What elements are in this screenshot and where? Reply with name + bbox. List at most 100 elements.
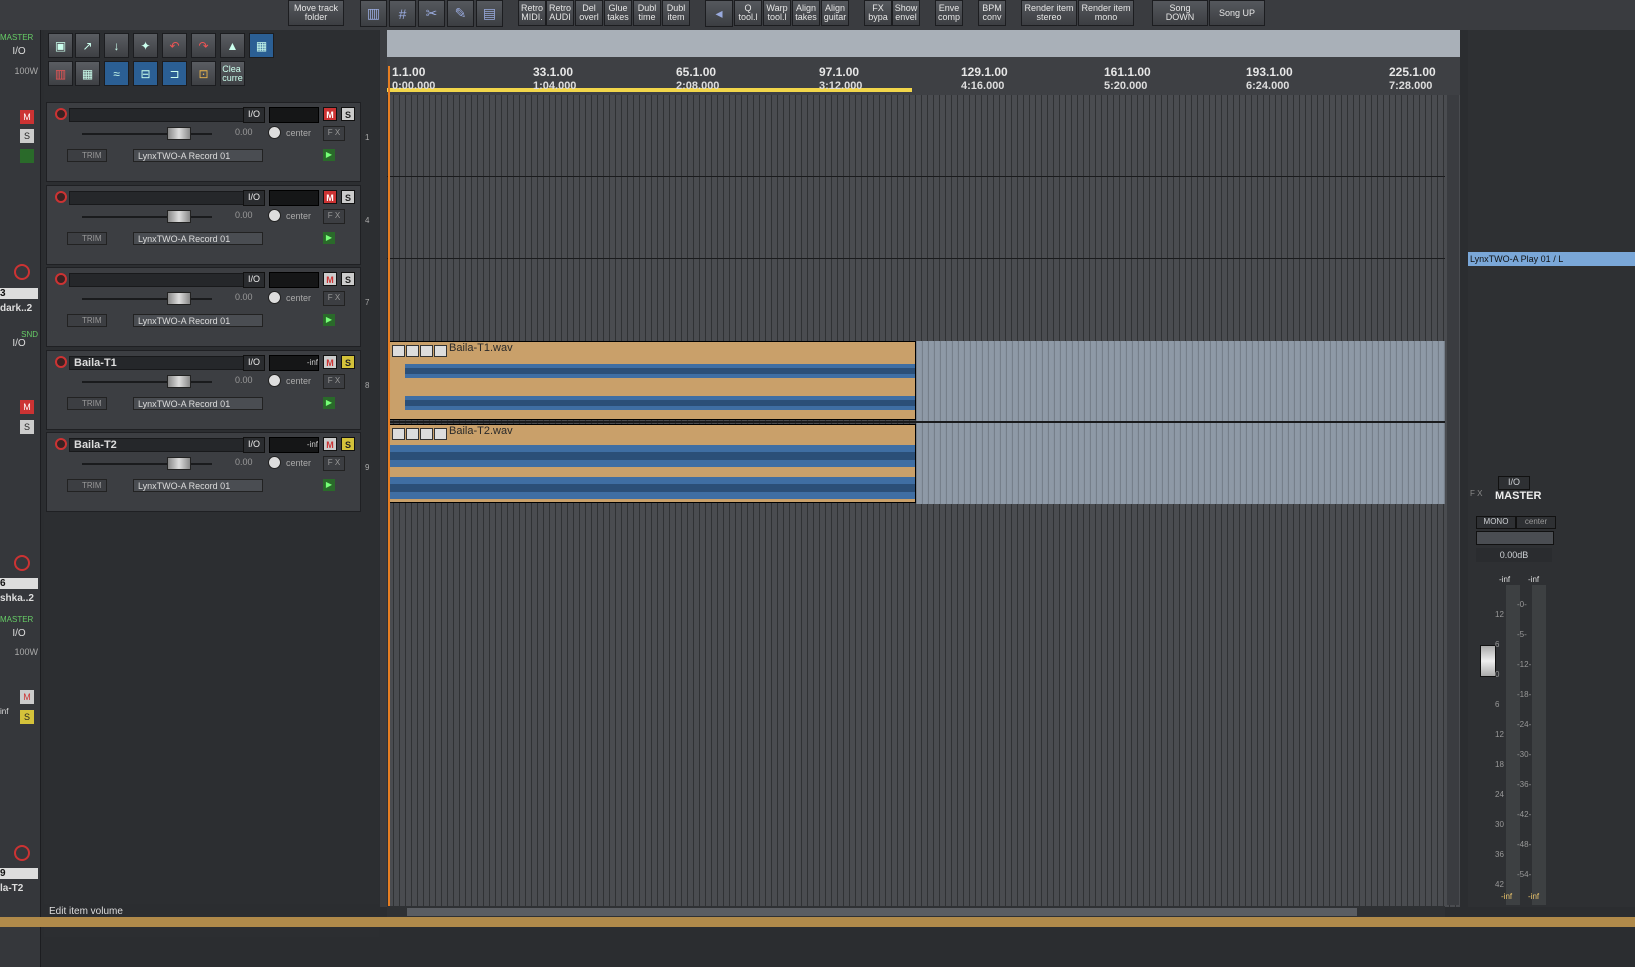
grid-icon[interactable]: # [389, 0, 416, 27]
record-arm-icon[interactable] [55, 356, 67, 368]
io-button[interactable]: I/O [0, 628, 38, 639]
fx-button[interactable]: F X [323, 456, 345, 471]
volume-fader[interactable] [167, 127, 191, 140]
track-name[interactable] [69, 191, 259, 205]
master-io-button[interactable]: I/O [1498, 476, 1530, 490]
mute-button[interactable]: M [20, 400, 34, 414]
fx-button[interactable]: F X [323, 209, 345, 224]
align-takes-button[interactable]: Align takes [792, 0, 820, 26]
track-7[interactable]: I/O M S 0.00 center F X TRIM LynxTWO-A R… [46, 267, 369, 347]
trim-button[interactable]: TRIM [67, 479, 107, 492]
fx-button[interactable]: F X [323, 126, 345, 141]
mute-button[interactable]: M [323, 437, 337, 451]
q-tool-button[interactable]: Q tool.l [734, 0, 762, 26]
snap-icon[interactable]: ▦ [249, 33, 274, 58]
loop-icon[interactable]: ⊐ [162, 61, 187, 86]
record-arm-icon[interactable] [55, 191, 67, 203]
song-up-button[interactable]: Song UP [1209, 0, 1265, 26]
bpm-conv-button[interactable]: BPM conv [978, 0, 1006, 26]
volume-fader[interactable] [167, 210, 191, 223]
io-button[interactable]: I/O [243, 355, 265, 371]
input-select[interactable]: LynxTWO-A Record 01 [133, 149, 263, 162]
solo-button[interactable]: S [341, 107, 355, 121]
pan-knob[interactable] [268, 456, 281, 469]
io-button[interactable]: I/O [243, 437, 265, 453]
solo-button[interactable]: S [341, 190, 355, 204]
settings-wrench-icon[interactable]: ✦ [133, 33, 158, 58]
master-pan-slider[interactable] [1476, 531, 1554, 545]
retro-audio-button[interactable]: Retro AUDI [546, 0, 574, 26]
metronome-icon[interactable]: ▲ [220, 33, 245, 58]
master-volume-fader[interactable] [1480, 645, 1496, 677]
pan-knob[interactable] [268, 126, 281, 139]
pencil-icon[interactable]: ✎ [447, 0, 474, 27]
redo-icon[interactable]: ↷ [191, 33, 216, 58]
io-button[interactable]: I/O [243, 272, 265, 288]
color-icon[interactable]: ▥ [360, 0, 387, 27]
mixer-icon[interactable]: ▤ [476, 0, 503, 27]
solo-button[interactable]: S [20, 420, 34, 434]
master-output-label[interactable]: LynxTWO-A Play 01 / L [1468, 252, 1635, 266]
ripple-edit-icon[interactable]: ≈ [104, 61, 129, 86]
solo-button[interactable]: S [341, 437, 355, 451]
del-overlap-button[interactable]: Del overl [575, 0, 603, 26]
auto-crossfade-icon[interactable]: ⊟ [133, 61, 158, 86]
monitor-icon[interactable]: ▶ [323, 232, 335, 244]
solo-button[interactable]: S [341, 355, 355, 369]
trim-button[interactable]: TRIM [67, 232, 107, 245]
monitor-icon[interactable]: ▶ [323, 397, 335, 409]
record-arm-icon[interactable] [14, 264, 30, 280]
track-8[interactable]: Baila-T1 I/O -inf M S 0.00 center F X TR… [46, 350, 369, 430]
pan-knob[interactable] [268, 291, 281, 304]
track-1[interactable]: I/O M S 0.00 center F X TRIM LynxTWO-A R… [46, 102, 369, 182]
mute-button[interactable]: M [323, 190, 337, 204]
master-fx-button[interactable]: F X [1470, 489, 1490, 501]
vertical-scrollbar[interactable] [1447, 95, 1459, 905]
input-select[interactable]: LynxTWO-A Record 01 [133, 479, 263, 492]
lock-icon[interactable]: ⊡ [191, 61, 216, 86]
undo-icon[interactable]: ↶ [162, 33, 187, 58]
nudge-icon[interactable]: ◂ [705, 0, 733, 27]
scrollbar-thumb[interactable] [407, 908, 1357, 916]
glue-takes-button[interactable]: Glue takes [604, 0, 632, 26]
record-arm-icon[interactable] [55, 273, 67, 285]
monitor-icon[interactable]: ▶ [323, 479, 335, 491]
edit-cursor[interactable] [388, 66, 390, 906]
track-name[interactable]: Baila-T1 [69, 356, 259, 370]
split-icon[interactable]: ✂ [418, 0, 445, 27]
record-arm-icon[interactable] [55, 108, 67, 120]
record-arm-icon[interactable] [14, 845, 30, 861]
tcp-splitter[interactable] [380, 30, 387, 907]
warp-tool-button[interactable]: Warp tool.l [763, 0, 791, 26]
trim-button[interactable]: TRIM [67, 314, 107, 327]
show-envelope-button[interactable]: Show envel [892, 0, 920, 26]
io-button[interactable]: I/O [0, 46, 38, 57]
volume-fader[interactable] [167, 292, 191, 305]
mute-button[interactable]: M [20, 110, 34, 124]
item-icons[interactable] [392, 344, 447, 357]
clear-cursor-button[interactable]: Clea curre [220, 61, 245, 86]
play-icon[interactable] [20, 149, 34, 163]
timeline-ruler[interactable]: 1.1.00 33.1.00 65.1.00 97.1.00 129.1.00 … [387, 30, 1460, 95]
track-9[interactable]: Baila-T2 I/O -inf M S 0.00 center F X TR… [46, 432, 369, 512]
volume-fader[interactable] [167, 457, 191, 470]
mono-button[interactable]: MONO [1476, 516, 1516, 529]
fx-bypass-button[interactable]: FX bypa [864, 0, 892, 26]
solo-button[interactable]: S [341, 272, 355, 286]
monitor-icon[interactable]: ▶ [323, 149, 335, 161]
open-project-icon[interactable]: ↗ [75, 33, 100, 58]
dubl-time-button[interactable]: Dubl time [633, 0, 661, 26]
mute-button[interactable]: M [323, 107, 337, 121]
new-project-icon[interactable]: ▣ [48, 33, 73, 58]
render-item-stereo-button[interactable]: Render item stereo [1021, 0, 1077, 26]
track-name[interactable] [69, 273, 259, 287]
io-button[interactable]: I/O [0, 338, 38, 349]
render-item-mono-button[interactable]: Render item mono [1078, 0, 1134, 26]
pan-knob[interactable] [268, 209, 281, 222]
mute-button[interactable]: M [20, 690, 34, 704]
dubl-item-button[interactable]: Dubl item [662, 0, 690, 26]
save-project-icon[interactable]: ↓ [104, 33, 129, 58]
trim-button[interactable]: TRIM [67, 397, 107, 410]
monitor-icon[interactable]: ▶ [323, 314, 335, 326]
io-button[interactable]: I/O [243, 107, 265, 123]
